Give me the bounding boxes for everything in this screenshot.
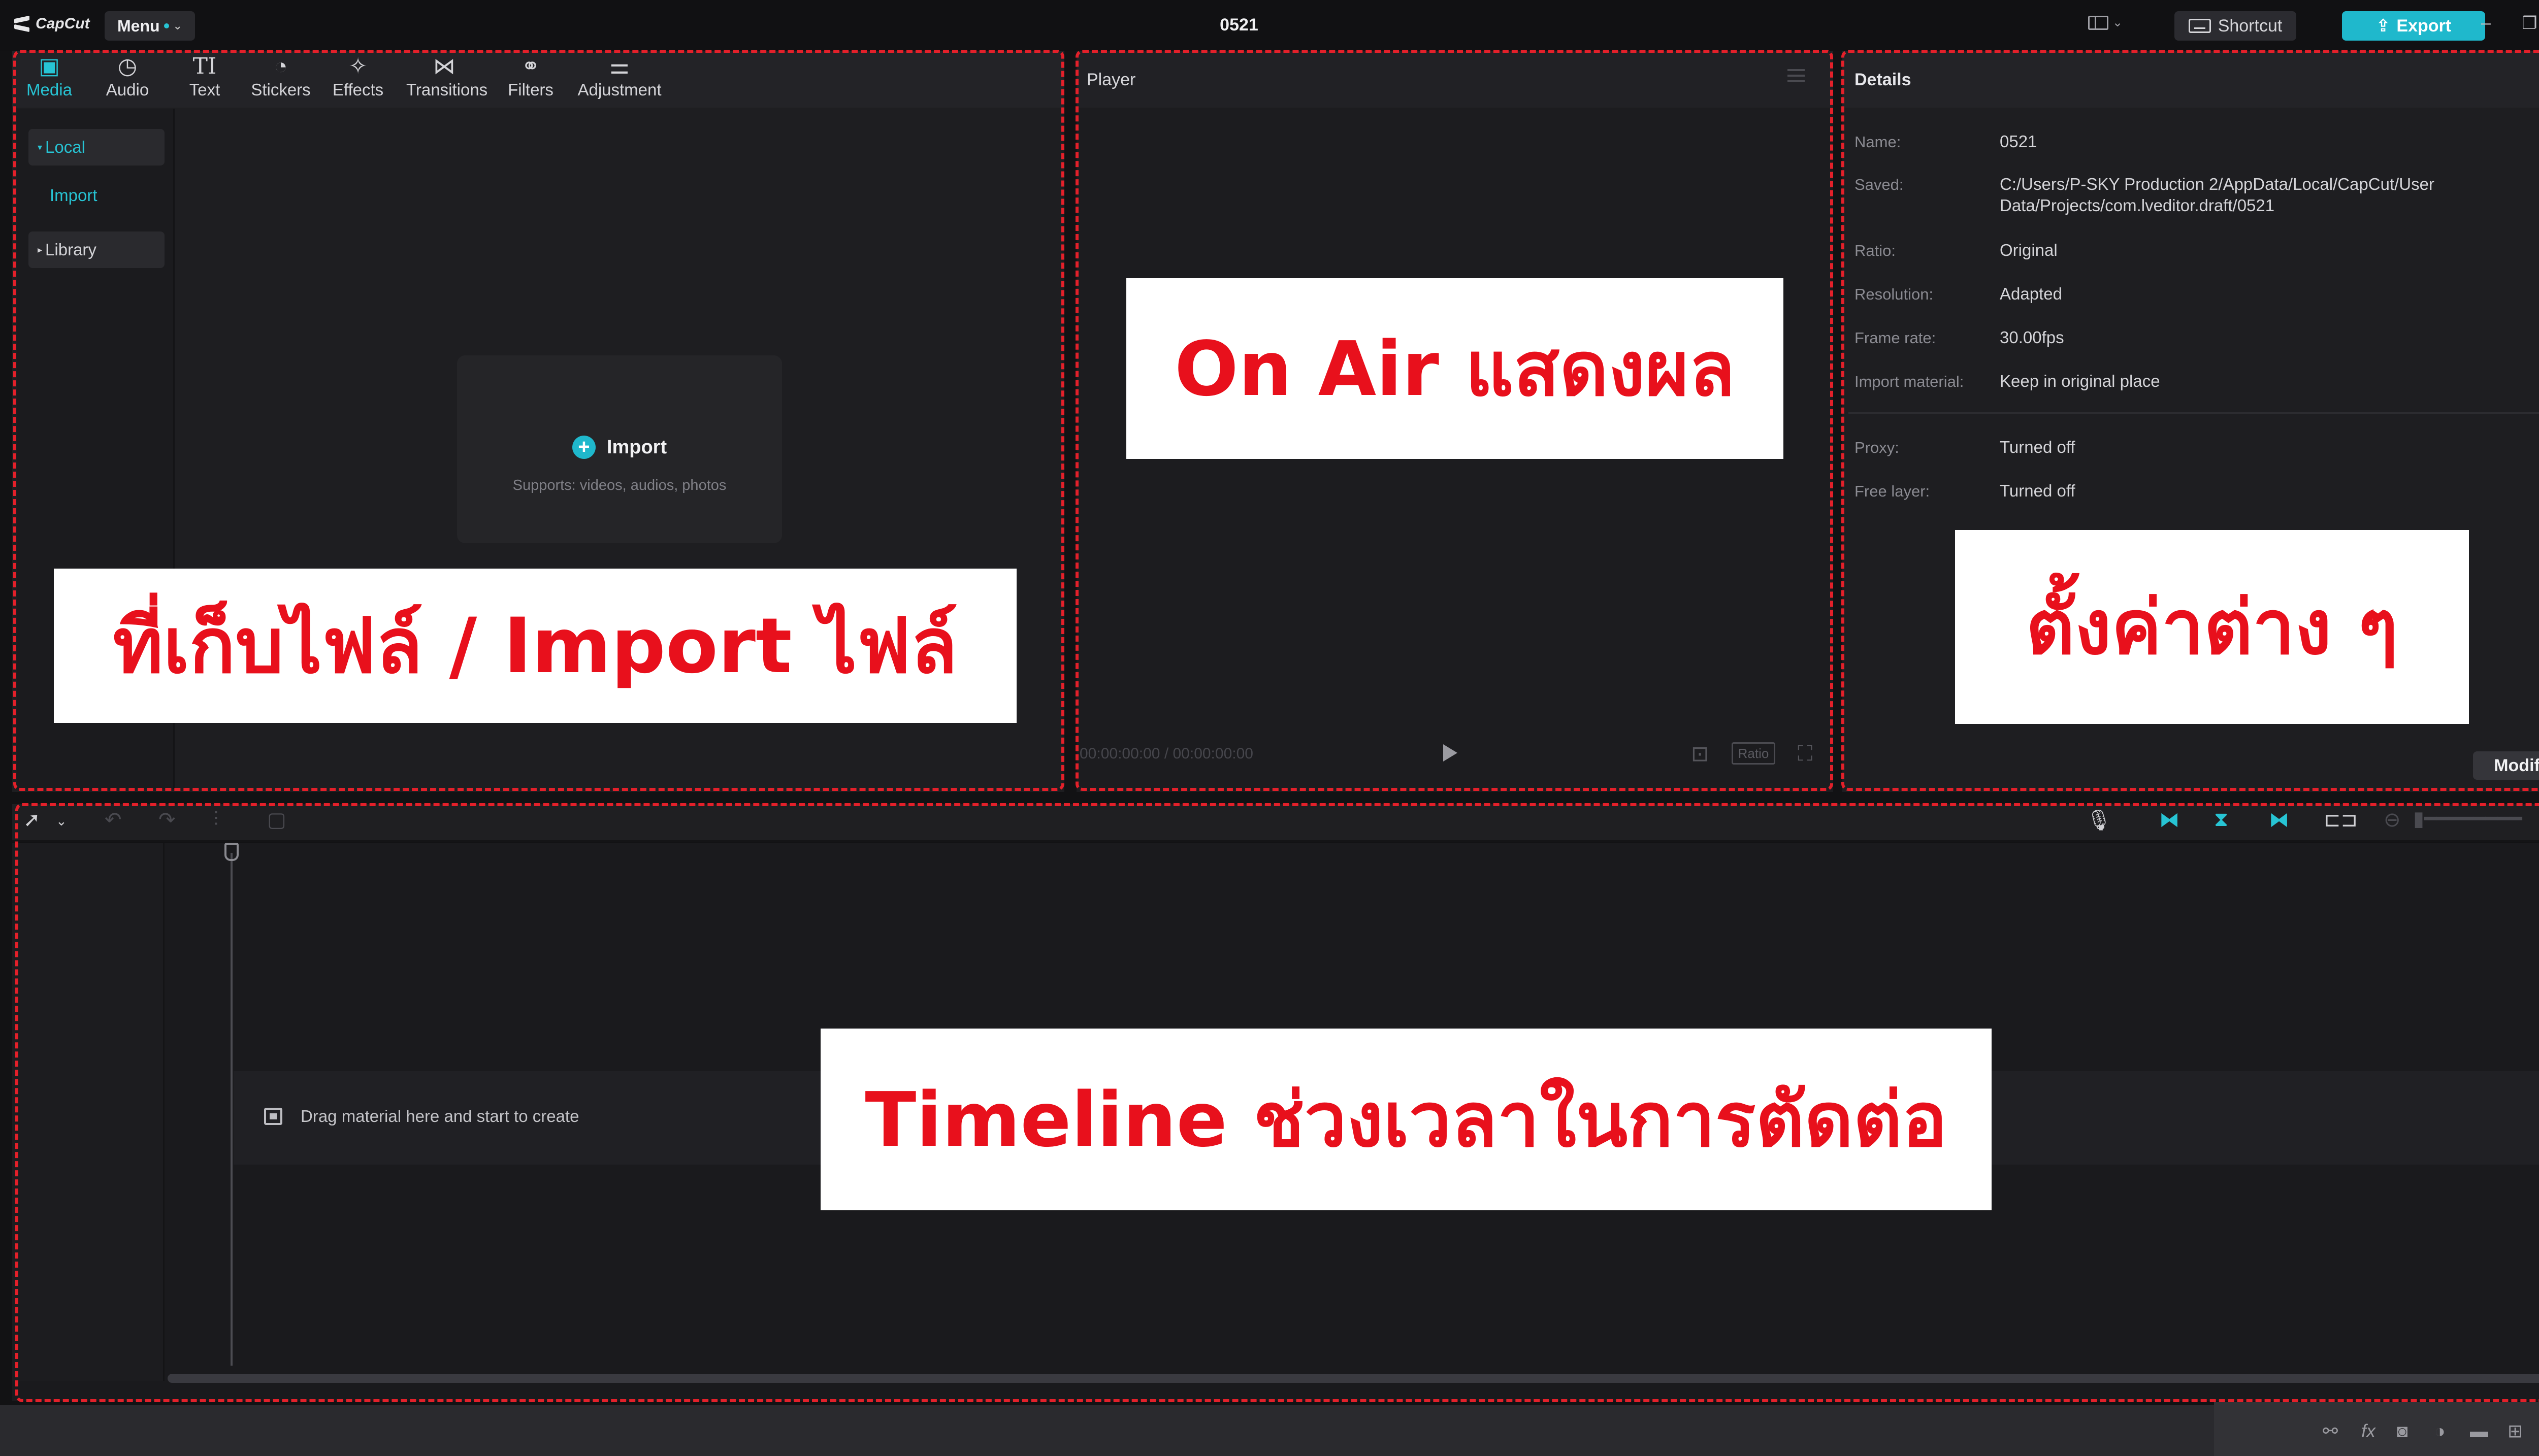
add-icon[interactable]: ⊞ — [2508, 1420, 2523, 1442]
export-button-label: Export — [2396, 16, 2452, 36]
status-tools — [2214, 1402, 2539, 1456]
app-logo: CapCut — [13, 15, 90, 32]
shortcut-button-label: Shortcut — [2218, 16, 2283, 36]
capcut-logo-icon — [13, 15, 30, 32]
app-logo-text: CapCut — [36, 15, 90, 32]
shortcut-button[interactable]: Shortcut — [2174, 11, 2296, 41]
fx-icon[interactable]: fx — [2361, 1420, 2375, 1442]
restore-icon[interactable]: ❐ — [2522, 13, 2537, 34]
title-bar — [0, 0, 2539, 51]
minimize-icon[interactable]: – — [2481, 13, 2491, 33]
menu-button-label: Menu — [117, 16, 160, 35]
menu-notification-dot — [164, 23, 169, 28]
annotation-media: ที่เก็บไฟล์ / Import ไฟล์ — [54, 569, 1017, 723]
project-title: 0521 — [1220, 15, 1258, 35]
folder-icon[interactable]: ▬ — [2470, 1420, 2488, 1442]
export-button[interactable]: ⇪ Export — [2342, 11, 2485, 41]
keyboard-icon — [2188, 19, 2211, 33]
link-icon[interactable]: ⚯ — [2323, 1420, 2338, 1442]
annotation-player: On Air แสดงผล — [1126, 278, 1783, 459]
layout-button[interactable]: ⌄ — [2088, 15, 2123, 30]
menu-button[interactable]: Menu ⌄ — [105, 11, 195, 41]
chevron-down-icon: ⌄ — [2112, 16, 2123, 29]
status-bar — [0, 1405, 2539, 1456]
annotation-timeline: Timeline ช่วงเวลาในการตัดต่อ — [821, 1029, 1992, 1210]
layout-icon — [2088, 15, 2108, 30]
chevron-down-icon: ⌄ — [173, 19, 182, 32]
annotation-details: ตั้งค่าต่าง ๆ — [1955, 530, 2469, 724]
color-icon[interactable]: ◑ — [2434, 1420, 2446, 1442]
mask-icon[interactable]: ◙ — [2397, 1420, 2408, 1442]
export-icon: ⇪ — [2375, 16, 2391, 36]
